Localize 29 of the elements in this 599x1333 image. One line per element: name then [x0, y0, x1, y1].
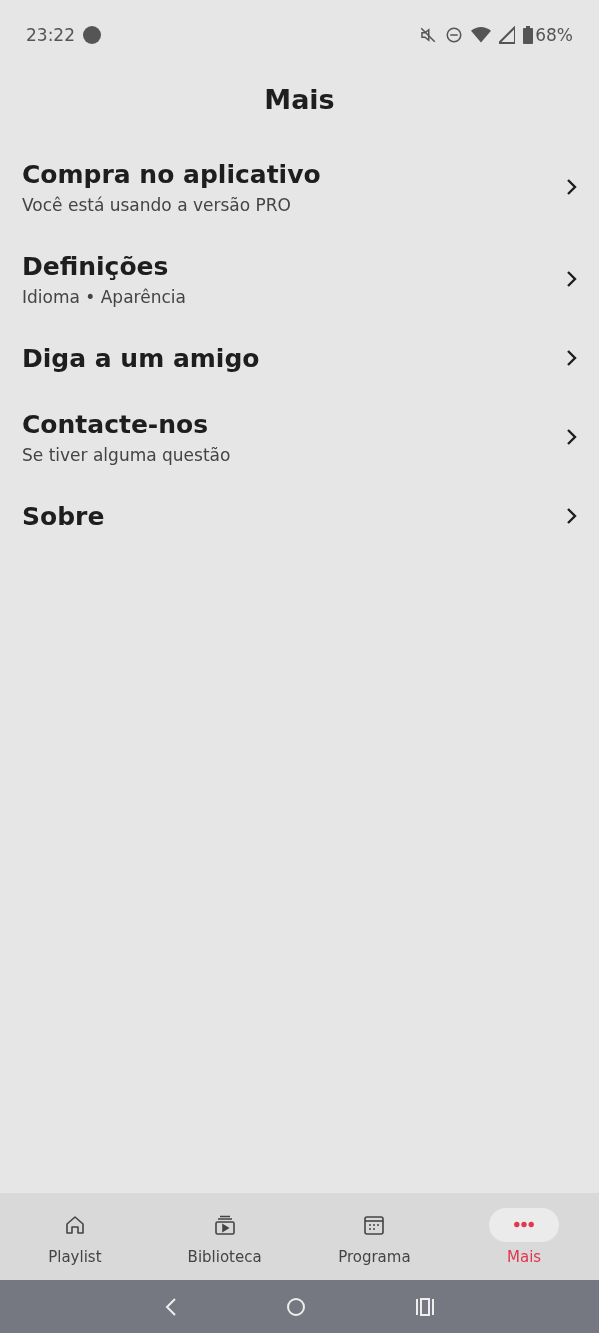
battery-level: 68%: [535, 25, 573, 45]
menu-item-title[interactable]: Contacte-nos: [22, 409, 231, 439]
status-time: 23:22: [26, 25, 75, 45]
chevron-right-icon[interactable]: [565, 270, 577, 288]
do-not-disturb-icon: [445, 26, 464, 44]
tab[interactable]: Biblioteca: [149, 1193, 300, 1280]
menu-item-subtitle: Se tiver alguma questão: [22, 444, 231, 465]
chevron-right-icon[interactable]: [565, 428, 577, 446]
menu-item-title[interactable]: Definições: [22, 251, 186, 281]
chevron-right-icon[interactable]: [565, 178, 577, 196]
recent-apps-icon[interactable]: [414, 1297, 435, 1316]
home-button-icon[interactable]: [286, 1296, 307, 1317]
notification-dot-icon: [83, 26, 101, 44]
battery-icon: [523, 26, 534, 44]
back-icon[interactable]: [164, 1296, 179, 1317]
menu-item-subtitle: Você está usando a versão PRO: [22, 194, 292, 215]
menu-item-title[interactable]: Sobre: [22, 501, 105, 531]
tab[interactable]: Playlist: [0, 1193, 150, 1280]
menu-item-title[interactable]: Compra no aplicativo: [22, 159, 321, 189]
chevron-right-icon[interactable]: [565, 349, 577, 367]
page-title: Mais: [264, 84, 335, 115]
more-icon: [512, 1221, 537, 1228]
menu-item-title[interactable]: Diga a um amigo: [22, 343, 260, 373]
wifi-icon: [471, 26, 492, 44]
tab[interactable]: Programa: [299, 1193, 450, 1280]
mute-icon: [419, 26, 438, 44]
signal-icon: [499, 26, 516, 44]
chevron-right-icon[interactable]: [565, 507, 577, 525]
menu-item-subtitle: Idioma • Aparência: [22, 286, 186, 307]
